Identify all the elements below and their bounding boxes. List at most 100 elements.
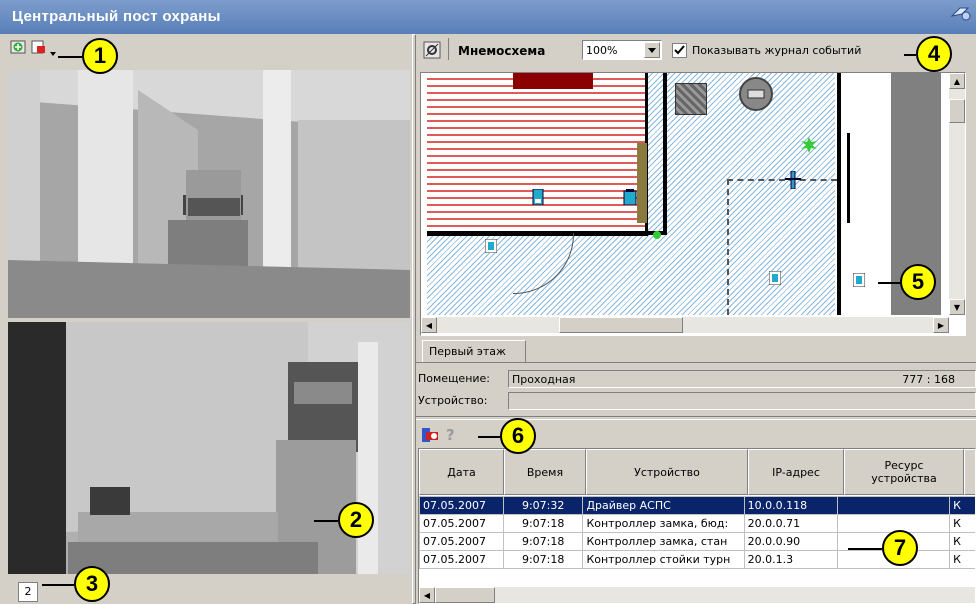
remove-camera-icon[interactable] [30,39,46,55]
door-sensor-icon[interactable] [852,272,866,288]
map-coordinates: 777 : 168 [902,373,955,386]
map-wall [663,73,667,235]
room-value: Проходная [512,373,576,386]
alarm-sensor-icon[interactable] [801,137,817,153]
callout-leader [58,56,82,58]
event-device: Драйвер АСПС [582,496,745,515]
scroll-up-button[interactable]: ▲ [949,73,965,89]
event-time: 9:07:32 [502,496,584,515]
column-ip-address[interactable]: IP-адрес [748,449,844,495]
scroll-right-button[interactable]: ▶ [933,317,949,333]
toolbar-dropdown-icon[interactable] [50,46,56,56]
map-vertical-scrollbar[interactable]: ▲ ▼ [949,73,965,315]
show-log-label: Показывать журнал событий [692,44,862,57]
floor-map[interactable]: ▲ ▼ ◀ ▶ [420,72,966,336]
callout-leader [478,436,500,438]
column-time[interactable]: Время [504,449,586,495]
event-date: 07.05.2007 [419,514,504,533]
event-time: 9:07:18 [502,550,584,569]
title-bar: Центральный пост охраны [0,0,976,34]
device-field [508,392,976,410]
section-divider [416,416,976,420]
callout-1: 1 [82,38,118,74]
room-door-marker [513,73,593,89]
zoom-value: 100% [586,44,618,57]
zoom-select[interactable]: 100% [582,40,662,60]
camera-view-1[interactable] [8,70,410,318]
column-device-resource[interactable]: Ресурс устройства [844,449,964,495]
callout-7: 7 [882,530,918,566]
right-panel: Мнемосхема 100% Показывать журнал событи… [416,34,976,604]
event-time: 9:07:18 [502,514,584,533]
event-date: 07.05.2007 [419,550,504,569]
add-camera-icon[interactable] [10,39,26,55]
event-ip: 10.0.0.118 [743,496,839,515]
vertical-scroll-thumb[interactable] [949,99,965,123]
reader-device-icon[interactable] [531,188,545,206]
event-help-icon[interactable]: ? [446,426,472,444]
scroll-left-button[interactable]: ◀ [421,317,437,333]
callout-4: 4 [916,36,952,72]
turnstile-icon[interactable] [785,170,801,190]
device-label: Устройство: [418,394,488,407]
map-node-marker[interactable] [653,231,661,239]
event-device: Контроллер замка, бюд: [582,514,745,533]
column-date[interactable]: Дата [419,449,504,495]
log-horizontal-scrollbar[interactable]: ◀ [419,587,975,603]
column-device[interactable]: Устройство [586,449,748,495]
room-shelf [637,143,647,223]
zoom-dropdown-button[interactable] [644,42,660,58]
tab-label: Первый этаж [429,345,506,358]
event-help-glyph: ? [446,426,455,444]
window-menu-icon[interactable] [950,4,972,22]
callout-3: 3 [74,566,110,602]
map-partition [727,179,731,315]
checkmark-icon [674,45,685,55]
callout-leader [42,584,74,586]
event-ip: 20.0.0.71 [743,514,839,533]
event-date: 07.05.2007 [419,496,504,515]
clear-log-icon[interactable] [420,426,440,444]
camera-number-button[interactable]: 2 [18,582,38,602]
event-resource [837,496,951,515]
map-settings-icon[interactable] [422,40,442,60]
log-scroll-left-button[interactable]: ◀ [419,587,435,603]
column-extra[interactable] [964,449,975,495]
event-device: Контроллер замка, стан [582,532,745,551]
event-extra: К [949,514,975,533]
event-extra: К [949,532,975,551]
callout-6: 6 [500,418,536,454]
callout-2: 2 [338,502,374,538]
event-ip: 20.0.1.3 [743,550,839,569]
scroll-down-button[interactable]: ▼ [949,299,965,315]
event-log-header: Дата Время Устройство IP-адрес Ресурс ус… [419,449,975,495]
show-log-checkbox[interactable] [672,43,687,58]
lock-device-icon[interactable] [623,189,637,206]
event-row[interactable]: 07.05.2007 9:07:18 Контроллер замка, бюд… [419,514,975,533]
tab-first-floor[interactable]: Первый этаж [422,340,526,362]
log-scroll-thumb[interactable] [435,587,495,603]
event-date: 07.05.2007 [419,532,504,551]
map-horizontal-scrollbar[interactable]: ◀ ▶ [421,317,949,333]
event-row-selected[interactable]: 07.05.2007 9:07:32 Драйвер АСПС 10.0.0.1… [419,496,975,515]
room-field: Проходная 777 : 168 [508,370,976,388]
toolbar-separator [448,38,449,60]
map-obstacle [675,83,707,115]
event-time: 9:07:18 [502,532,584,551]
room-alarm-zone[interactable] [427,73,648,236]
tab-divider [416,362,976,363]
map-title: Мнемосхема [458,44,546,58]
window-title: Центральный пост охраны [12,8,221,25]
event-device: Контроллер стойки турн [582,550,745,569]
door-sensor-icon[interactable] [484,238,498,254]
callout-leader [904,54,916,56]
event-log-grid[interactable]: Дата Время Устройство IP-адрес Ресурс ус… [418,448,976,604]
callout-leader [878,282,900,284]
camera-device-icon[interactable] [739,77,773,111]
room-label: Помещение: [418,372,491,385]
door-sensor-icon[interactable] [768,270,782,286]
event-ip: 20.0.0.90 [743,532,839,551]
map-partition [727,179,837,183]
map-canvas[interactable] [427,73,841,315]
horizontal-scroll-thumb[interactable] [559,317,683,333]
